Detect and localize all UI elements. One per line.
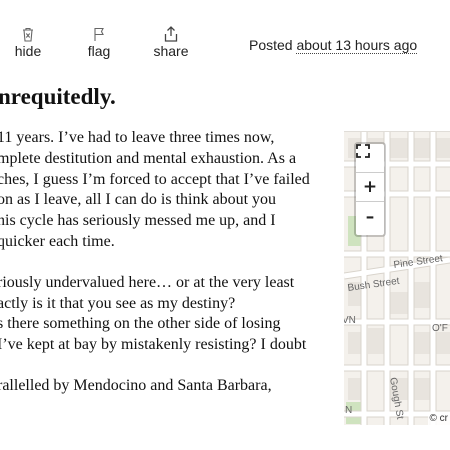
street-label-gough: Gough St — [387, 377, 405, 421]
share-icon — [164, 26, 178, 42]
fullscreen-button[interactable] — [356, 144, 384, 173]
street-label-n: N — [345, 405, 352, 416]
posted-time-link[interactable]: about 13 hours ago — [296, 37, 418, 54]
body-line: s there something on the other side of l… — [0, 315, 281, 333]
zoom-in-button[interactable]: + — [356, 173, 384, 202]
post-title: nrequitedly. — [0, 84, 116, 109]
fullscreen-icon — [356, 144, 370, 158]
hide-label: hide — [14, 43, 42, 59]
body-line: on as I leave, all I can do is think abo… — [0, 191, 277, 209]
body-line: quicker each time. — [0, 232, 115, 250]
body-line: riously undervalued here… or at the very… — [0, 273, 295, 291]
flag-icon — [93, 26, 105, 42]
share-label: share — [153, 43, 189, 59]
hide-button[interactable]: hide — [0, 26, 58, 59]
trash-x-icon — [21, 26, 35, 42]
body-line: his cycle has seriously messed me up, an… — [0, 212, 276, 230]
body-line: actly is it that you see as my destiny? — [0, 294, 236, 312]
body-line: I’ve kept at bay by mistakenly resisting… — [0, 336, 307, 354]
street-label-ofarrell: O'F — [432, 323, 448, 334]
street-label-bush: Bush Street — [347, 276, 400, 294]
map-controls: + – — [354, 142, 386, 237]
street-label-pine: Pine Street — [393, 253, 444, 271]
flag-label: flag — [87, 43, 111, 59]
location-map[interactable]: Pine Street Bush Street O'F Gough St VN … — [344, 131, 450, 425]
posted-prefix: Posted — [249, 37, 297, 53]
map-attribution[interactable]: © cr — [427, 412, 450, 425]
share-button[interactable]: share — [141, 26, 201, 59]
body-line: rallelled by Mendocino and Santa Barbara… — [0, 376, 272, 394]
body-line: 11 years. I’ve had to leave three times … — [0, 129, 275, 146]
body-line: mplete destitution and mental exhaustion… — [0, 149, 297, 167]
street-label-vn: VN — [344, 315, 356, 326]
post-body: 11 years. I’ve had to leave three times … — [0, 128, 335, 397]
flag-button[interactable]: flag — [69, 26, 129, 59]
zoom-out-button[interactable]: – — [356, 202, 384, 231]
posted-info: Posted about 13 hours ago — [249, 37, 418, 54]
body-line: ches, I guess I’m forced to accept that … — [0, 170, 310, 188]
